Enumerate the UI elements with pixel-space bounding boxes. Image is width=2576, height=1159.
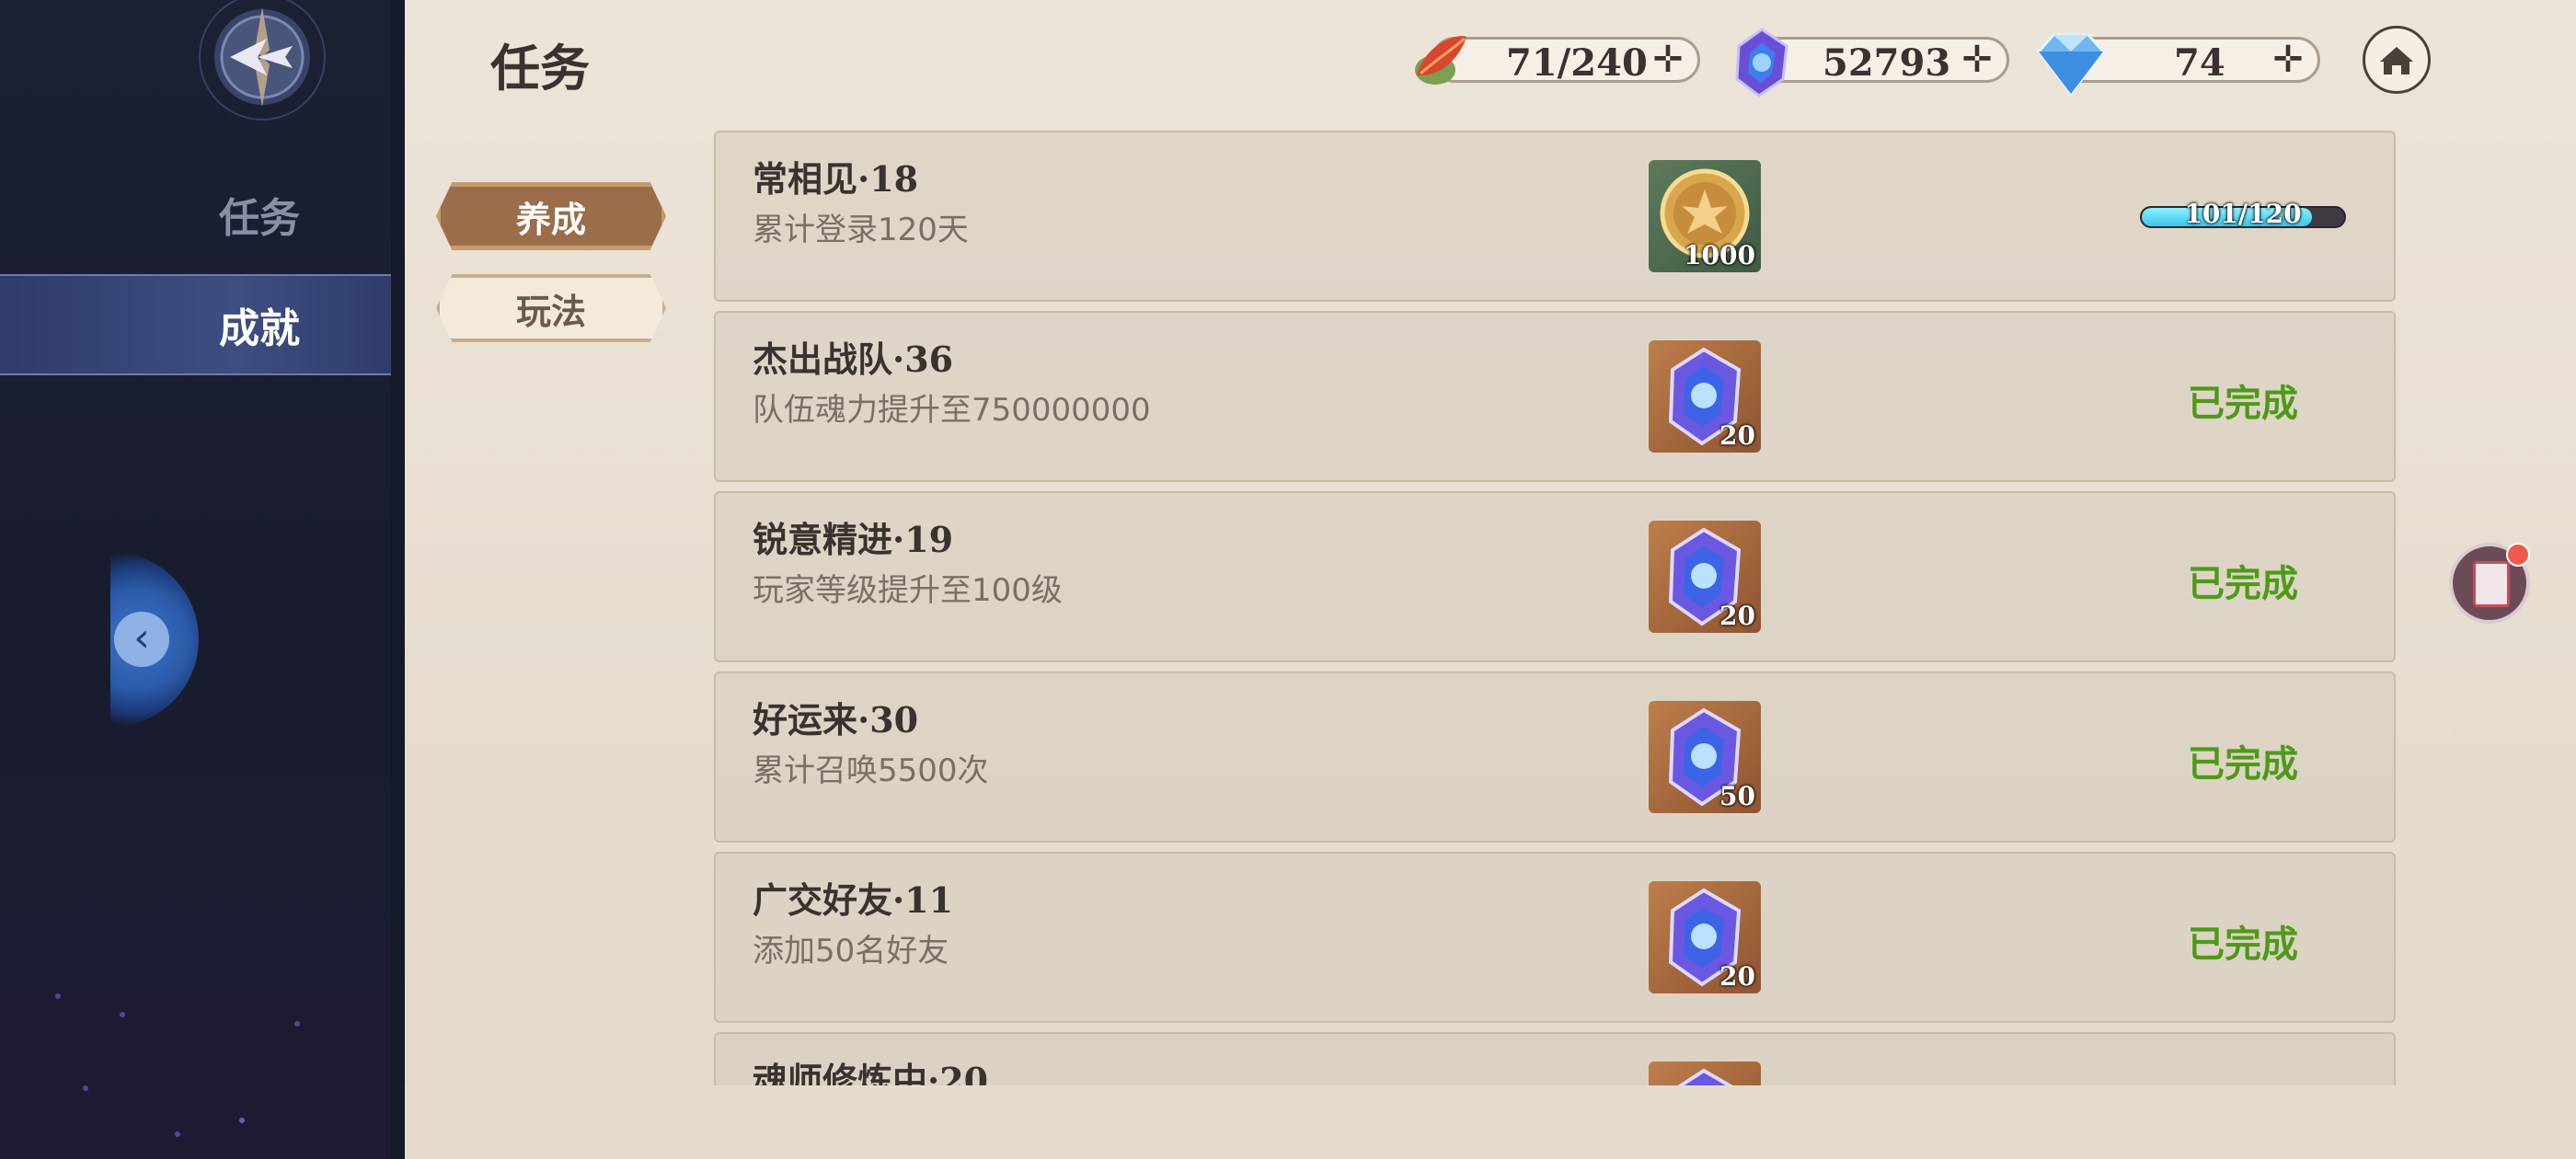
diamond-value: 74 (2174, 41, 2225, 85)
achievement-row: 广交好友·11 添加50名好友 20 已完成 (714, 852, 2396, 1023)
reward-quantity: 50 (1719, 781, 1755, 811)
reward-item[interactable]: 1000 (1649, 160, 1761, 272)
achievement-row: 好运来·30 累计召唤5500次 50 已完成 (714, 671, 2396, 843)
sidebar: 任务 成就 ‹ (0, 0, 405, 1159)
bottom-fade (405, 1085, 2576, 1159)
reward-item[interactable] (1649, 1061, 1761, 1087)
home-icon (2380, 47, 2413, 75)
achievement-list[interactable]: 常相见·18 累计登录120天 1000 101/120 杰出战队·36 队伍魂… (714, 131, 2398, 1087)
achievement-row: 魂师修炼中·20 (714, 1032, 2396, 1087)
reward-quantity: 1000 (1684, 240, 1755, 270)
achievement-title: 魂师修炼中·20 (753, 1060, 989, 1087)
reward-quantity: 20 (1719, 601, 1755, 631)
sidebar-item-tasks-label: 任务 (219, 195, 300, 242)
achievement-title: 常相见·18 (753, 158, 919, 200)
reward-item[interactable]: 20 (1649, 881, 1761, 993)
sidebar-item-achievements[interactable]: 成就 (0, 274, 396, 375)
achievement-title: 好运来·30 (753, 699, 919, 740)
blue-diamond-icon (2037, 33, 2105, 97)
stamina-value: 71/240 (1506, 41, 1648, 85)
stamina-plus-button[interactable]: ✛ (1650, 41, 1686, 78)
category-gameplay-button[interactable]: 玩法 (436, 274, 666, 342)
home-button[interactable] (2363, 26, 2431, 94)
achievement-title: 广交好友·11 (753, 879, 954, 921)
stamina-feather-icon (1415, 36, 1466, 85)
achievement-title: 锐意精进·19 (753, 519, 954, 560)
achievement-desc: 累计召唤5500次 (753, 752, 989, 789)
achievement-title: 杰出战队·36 (753, 339, 954, 380)
diamond-plus-button[interactable]: ✛ (2270, 41, 2306, 78)
reward-item[interactable]: 20 (1649, 340, 1761, 453)
sidebar-item-achievements-label: 成就 (219, 305, 300, 352)
reward-item[interactable]: 20 (1649, 521, 1761, 633)
reward-quantity: 20 (1719, 420, 1755, 451)
compass-emblem-icon (199, 0, 326, 120)
progress-text: 101/120 (2184, 199, 2302, 229)
status-completed: 已完成 (2188, 383, 2298, 425)
collapse-back-button[interactable]: ‹ (110, 552, 199, 727)
card-icon (2473, 561, 2510, 607)
gem-value: 52793 (1823, 41, 1951, 85)
gem-plus-button[interactable]: ✛ (1959, 41, 1995, 78)
chevron-left-icon: ‹ (114, 612, 169, 667)
sidebar-item-tasks[interactable]: 任务 (0, 164, 396, 265)
purple-gem-icon (1674, 1068, 1737, 1087)
notification-dot (2506, 543, 2530, 567)
achievement-row: 锐意精进·19 玩家等级提升至100级 20 已完成 (714, 491, 2396, 662)
status-completed: 已完成 (2188, 563, 2298, 605)
reward-quantity: 20 (1719, 961, 1755, 992)
reward-item[interactable]: 50 (1649, 701, 1761, 813)
category-cultivation-label: 养成 (515, 198, 586, 240)
achievement-row: 杰出战队·36 队伍魂力提升至750000000 20 已完成 (714, 311, 2396, 482)
page-title: 任务 (490, 39, 590, 98)
achievement-desc: 添加50名好友 (753, 933, 949, 970)
achievement-row: 常相见·18 累计登录120天 1000 101/120 (714, 131, 2396, 302)
achievement-desc: 队伍魂力提升至750000000 (753, 392, 1151, 429)
achievement-desc: 玩家等级提升至100级 (753, 572, 1063, 609)
mail-notification-button[interactable] (2449, 543, 2530, 624)
category-gameplay-label: 玩法 (515, 290, 586, 332)
status-completed: 已完成 (2188, 743, 2298, 786)
status-completed: 已完成 (2188, 924, 2298, 966)
category-cultivation-button[interactable]: 养成 (436, 182, 666, 250)
achievement-desc: 累计登录120天 (753, 212, 969, 248)
purple-gem-icon (1735, 28, 1788, 98)
